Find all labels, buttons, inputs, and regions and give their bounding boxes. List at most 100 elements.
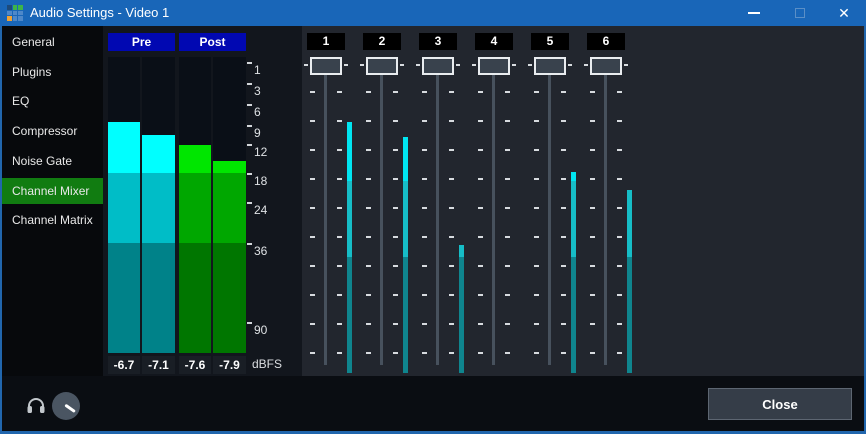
pre-header: Pre bbox=[108, 33, 175, 51]
channel-1-header: 1 bbox=[307, 33, 345, 50]
channel-3-tick-left-7 bbox=[422, 265, 427, 267]
channel-4-header: 4 bbox=[475, 33, 513, 50]
sidebar-item-general[interactable]: General bbox=[0, 29, 103, 55]
channel-3-tick-left-2 bbox=[422, 120, 427, 122]
channel-2-tick-left-8 bbox=[366, 294, 371, 296]
channel-5-tick-right-7 bbox=[561, 265, 566, 267]
channel-6-tick-left-7 bbox=[590, 265, 595, 267]
sidebar-item-compressor[interactable]: Compressor bbox=[0, 118, 103, 144]
maximize-button[interactable] bbox=[778, 0, 822, 26]
channel-1-tick-left-9 bbox=[310, 323, 315, 325]
app-icon bbox=[7, 5, 23, 21]
minimize-button[interactable] bbox=[732, 0, 776, 26]
channel-1-tick-left-7 bbox=[310, 265, 315, 267]
channel-6-tick-right-3 bbox=[617, 149, 622, 151]
app-icon-square-4 bbox=[13, 11, 18, 16]
channel-2-slider-handle[interactable] bbox=[366, 57, 398, 75]
channel-2-tick-left-5 bbox=[366, 207, 371, 209]
channel-3-tick-left-1 bbox=[422, 91, 427, 93]
channel-3-handle-dash-right bbox=[456, 64, 460, 66]
sidebar-item-noise-gate[interactable]: Noise Gate bbox=[0, 148, 103, 174]
channel-2-tick-right-6 bbox=[393, 236, 398, 238]
channel-6-tick-right-7 bbox=[617, 265, 622, 267]
channel-4-tick-right-6 bbox=[505, 236, 510, 238]
channel-5-tick-right-4 bbox=[561, 178, 566, 180]
channel-4-slider-track[interactable] bbox=[492, 59, 495, 365]
channel-6-slider-handle[interactable] bbox=[590, 57, 622, 75]
scale-tick-6 bbox=[247, 104, 252, 106]
channel-2-handle-dash-left bbox=[360, 64, 364, 66]
meter-unlit-area bbox=[142, 57, 175, 135]
channel-1-tick-left-5 bbox=[310, 207, 315, 209]
channel-1-tick-right-10 bbox=[337, 352, 342, 354]
channel-5-tick-right-6 bbox=[561, 236, 566, 238]
channel-4-tick-left-5 bbox=[478, 207, 483, 209]
channel-2-tick-left-1 bbox=[366, 91, 371, 93]
close-button[interactable]: Close bbox=[708, 388, 852, 420]
channel-4-tick-right-1 bbox=[505, 91, 510, 93]
channel-3-slider-track[interactable] bbox=[436, 59, 439, 365]
close-window-button[interactable]: ✕ bbox=[822, 0, 866, 26]
channel-1-slider-track[interactable] bbox=[324, 59, 327, 365]
channel-6-tick-right-10 bbox=[617, 352, 622, 354]
channel-2-tick-right-5 bbox=[393, 207, 398, 209]
channel-3-tick-left-6 bbox=[422, 236, 427, 238]
channel-3-tick-right-3 bbox=[449, 149, 454, 151]
channel-6-tick-left-10 bbox=[590, 352, 595, 354]
dialog-content: General Plugins EQ Compressor Noise Gate Chan… bbox=[0, 26, 866, 376]
channel-4-tick-right-5 bbox=[505, 207, 510, 209]
sidebar-item-channel-mixer[interactable]: Channel Mixer bbox=[0, 178, 103, 204]
channel-5-tick-left-7 bbox=[534, 265, 539, 267]
channel-6-tick-left-1 bbox=[590, 91, 595, 93]
channel-1-tick-left-10 bbox=[310, 352, 315, 354]
scale-tick-3 bbox=[247, 83, 252, 85]
channel-6-level-meter bbox=[627, 190, 632, 373]
app-icon-square-3 bbox=[7, 11, 12, 16]
app-icon-square-7 bbox=[13, 16, 18, 21]
knob-indicator bbox=[64, 404, 76, 413]
channel-1-handle-dash-right bbox=[344, 64, 348, 66]
channel-2-tick-left-7 bbox=[366, 265, 371, 267]
meter-value-post-3: -7.9 bbox=[213, 356, 246, 374]
channel-5-handle-dash-left bbox=[528, 64, 532, 66]
channel-1-tick-right-2 bbox=[337, 120, 342, 122]
channel-4-tick-left-8 bbox=[478, 294, 483, 296]
app-icon-square-6 bbox=[7, 16, 12, 21]
level-meter-post-right bbox=[213, 57, 246, 353]
scale-tick-12 bbox=[247, 144, 252, 146]
sidebar-item-channel-matrix[interactable]: Channel Matrix bbox=[0, 207, 103, 233]
channel-2-slider-track[interactable] bbox=[380, 59, 383, 365]
sidebar-item-plugins[interactable]: Plugins bbox=[0, 59, 103, 85]
channel-5-tick-left-5 bbox=[534, 207, 539, 209]
channel-6-tick-left-2 bbox=[590, 120, 595, 122]
headphone-volume-knob[interactable] bbox=[52, 392, 80, 420]
channel-5-slider-track[interactable] bbox=[548, 59, 551, 365]
channel-3-slider-handle[interactable] bbox=[422, 57, 454, 75]
channel-4-slider-handle[interactable] bbox=[478, 57, 510, 75]
channel-5-tick-right-10 bbox=[561, 352, 566, 354]
app-icon-square-8 bbox=[18, 16, 23, 21]
level-meter-pre-left bbox=[108, 57, 140, 353]
channel-3-tick-left-9 bbox=[422, 323, 427, 325]
channel-6-slider-track[interactable] bbox=[604, 59, 607, 365]
meter-unlit-area bbox=[213, 57, 246, 161]
channel-5-tick-left-1 bbox=[534, 91, 539, 93]
channel-3-tick-left-10 bbox=[422, 352, 427, 354]
channel-3-tick-left-5 bbox=[422, 207, 427, 209]
app-icon-square-1 bbox=[13, 5, 18, 10]
scale-tick-24 bbox=[247, 202, 252, 204]
scale-label-9: 9 bbox=[254, 126, 261, 140]
scale-label-1: 1 bbox=[254, 63, 261, 77]
channel-2-handle-dash-right bbox=[400, 64, 404, 66]
headphones-icon[interactable] bbox=[26, 397, 46, 414]
channel-3-header: 3 bbox=[419, 33, 457, 50]
channel-5-header: 5 bbox=[531, 33, 569, 50]
sidebar-item-eq[interactable]: EQ bbox=[0, 88, 103, 114]
channel-5-slider-handle[interactable] bbox=[534, 57, 566, 75]
channel-2-tick-left-9 bbox=[366, 323, 371, 325]
channel-3-tick-right-7 bbox=[449, 265, 454, 267]
channel-4-tick-left-10 bbox=[478, 352, 483, 354]
channel-3-tick-left-4 bbox=[422, 178, 427, 180]
channel-4-tick-left-3 bbox=[478, 149, 483, 151]
channel-1-slider-handle[interactable] bbox=[310, 57, 342, 75]
